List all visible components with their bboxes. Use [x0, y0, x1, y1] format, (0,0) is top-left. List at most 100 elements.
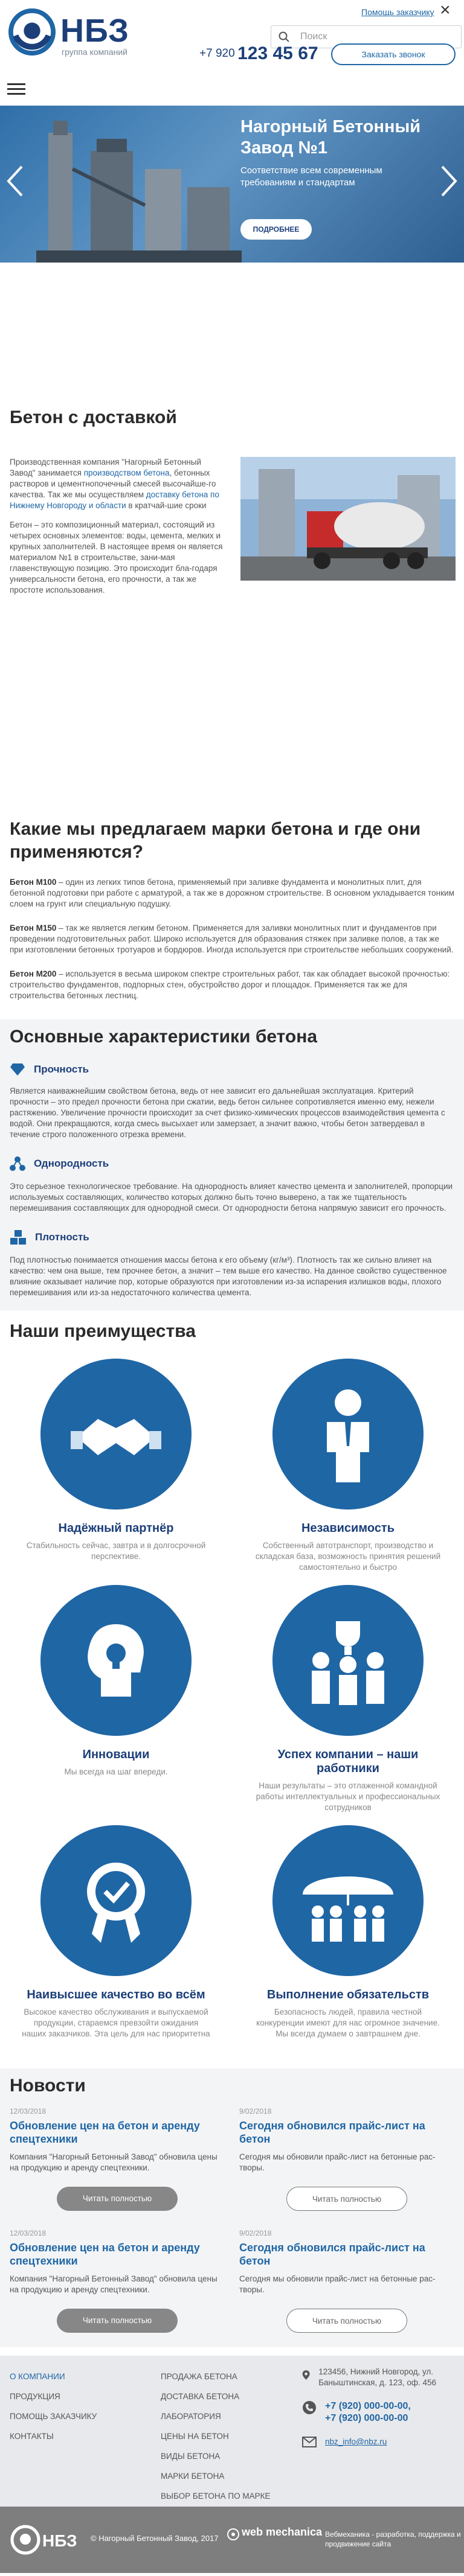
footer-link-choice[interactable]: ВЫБОР БЕТОНА ПО МАРКЕ [161, 2486, 271, 2506]
beton-paragraph-1: Производственная компания "Нагорный Бето… [10, 457, 219, 510]
team-trophy-icon [312, 1621, 384, 1705]
characteristics-section: Основные характеристики бетона Прочность… [0, 1019, 464, 1310]
footer-phone-1[interactable]: +7 (920) 000-00-00, [325, 2400, 411, 2412]
characteristic-text: Под плотностью понимается отношения масс… [10, 1255, 447, 1297]
characteristic-density: Плотность Под плотностью понимается отно… [10, 1229, 454, 1298]
production-link[interactable]: производством бетона [84, 468, 170, 477]
read-more-button[interactable]: Читать полностью [57, 2187, 178, 2211]
mixer-truck-photo [240, 457, 456, 581]
advantage-title: Инновации [82, 1748, 150, 1761]
copyright: © Нагорный Бетонный Завод, 2017 [91, 2534, 219, 2543]
advantage-title: Независимость [301, 1522, 395, 1535]
section-title: Новости [10, 2076, 86, 2096]
logo-mark-icon [8, 8, 56, 56]
search-placeholder: Поиск [300, 31, 327, 42]
header-phone[interactable]: +7 920 123 45 67 [199, 43, 318, 64]
grade-item: Бетон М100 – один из легких типов бетона… [10, 878, 454, 908]
lightbulb-head-icon [88, 1624, 144, 1697]
news-item: 9/02/2018 Сегодня обновился прайс-лист н… [239, 2229, 454, 2333]
footer-link-contacts[interactable]: КОНТАКТЫ [10, 2426, 97, 2446]
advantage-item: Выполнение обязательств Безопасность люд… [232, 1825, 464, 2039]
news-date: 12/03/2018 [10, 2107, 47, 2115]
news-date: 9/02/2018 [239, 2107, 272, 2115]
footer-nav-main: О КОМПАНИИ ПРОДУКЦИЯ ПОМОЩЬ ЗАКАЗЧИКУ КО… [10, 2367, 97, 2446]
footer-link-prices[interactable]: ЦЕНЫ НА БЕТОН [161, 2426, 271, 2446]
news-text: Сегодня мы обновили прайс-лист на бетонн… [239, 2274, 436, 2294]
quality-medal-icon [87, 1863, 145, 1943]
footer-contacts: 123456, Нижний Новгород, ул. Баныштинска… [302, 2367, 459, 2460]
advantage-item: Успех компании – наши работники Наши рез… [232, 1585, 464, 1813]
phone-number: 123 45 67 [237, 43, 318, 63]
news-item: 9/02/2018 Сегодня обновился прайс-лист н… [239, 2107, 454, 2211]
slider-next-arrow-icon[interactable] [436, 163, 460, 199]
order-call-button[interactable]: Заказать звонок [331, 43, 456, 65]
characteristic-title: Прочность [34, 1063, 89, 1075]
help-customer-link[interactable]: Помощь заказчику [361, 7, 434, 17]
news-section: Новости 12/03/2018 Обновление цен на бет… [0, 2068, 464, 2347]
footer-link-sale[interactable]: ПРОДАЖА БЕТОНА [161, 2367, 271, 2386]
hero-title: Нагорный Бетонный Завод №1 [240, 117, 421, 158]
read-more-button[interactable]: Читать полностью [286, 2309, 407, 2333]
advantage-title: Надёжный партнёр [58, 1522, 174, 1535]
footer-phone-2[interactable]: +7 (920) 000-00-00 [325, 2412, 411, 2425]
advantage-text: Мы всегда на шаг впереди. [64, 1767, 168, 1776]
news-text: Сегодня мы обновили прайс-лист на бетонн… [239, 2152, 436, 2172]
characteristic-title: Плотность [35, 1231, 89, 1243]
molecule-icon [10, 1156, 25, 1171]
footer-link-help[interactable]: ПОМОЩЬ ЗАКАЗЧИКУ [10, 2406, 97, 2426]
section-title: Основные характеристики бетона [10, 1027, 318, 1047]
footer-email[interactable]: nbz_info@nbz.ru [325, 2437, 387, 2447]
developer-brand[interactable]: web mechanica [242, 2526, 322, 2539]
phone-icon [303, 2401, 316, 2414]
advantage-item: Инновации Мы всегда на шаг впереди. [0, 1585, 232, 1813]
footer-link-types[interactable]: ВИДЫ БЕТОНА [161, 2446, 271, 2466]
read-more-button[interactable]: Читать полностью [286, 2187, 407, 2211]
characteristic-uniformity: Однородность Это серьезное технологическ… [10, 1156, 454, 1214]
footer-link-grades[interactable]: МАРКИ БЕТОНА [161, 2466, 271, 2486]
advantage-item: Наивысшее качество во всём Высокое качес… [0, 1825, 232, 2039]
logo-subtitle: группа компаний [62, 47, 128, 57]
footer-link-lab[interactable]: ЛАБОРАТОРИЯ [161, 2406, 271, 2426]
news-date: 12/03/2018 [10, 2229, 47, 2237]
phone-prefix: +7 920 [199, 47, 235, 60]
footer-link-delivery[interactable]: ДОСТАВКА БЕТОНА [161, 2386, 271, 2406]
news-title-link[interactable]: Обновление цен на бетон и аренду спецтех… [10, 2241, 225, 2268]
beton-delivery-section: Бетон с доставкой Производственная компа… [0, 401, 464, 800]
news-title-link[interactable]: Сегодня обновился прайс-лист на бетон [239, 2241, 454, 2268]
menu-burger-icon[interactable] [7, 83, 25, 98]
read-more-button[interactable]: Читать полностью [57, 2309, 178, 2333]
beton-paragraph-2: Бетон – это композиционный материал, сос… [10, 520, 223, 595]
advantage-text: Высокое качество обслуживания и выпускае… [22, 2007, 210, 2038]
search-icon [279, 31, 289, 42]
section-title: Какие мы предлагаем марки бетона и где о… [10, 819, 421, 862]
developer-text: Вебмеханика - разработка, поддержка и пр… [325, 2530, 461, 2548]
footer-logo-icon[interactable]: НБЗ [10, 2523, 82, 2556]
news-title-link[interactable]: Сегодня обновился прайс-лист на бетон [239, 2119, 454, 2146]
umbrella-people-icon [303, 1876, 393, 1942]
advantage-title: Наивысшее качество во всём [27, 1988, 205, 2001]
advantage-text: Собственный автотранспорт, производство … [255, 1541, 441, 1572]
grade-item: Бетон М150 – так же является легким бето… [10, 923, 454, 954]
news-title-link[interactable]: Обновление цен на бетон и аренду спецтех… [10, 2119, 225, 2146]
hero-text: Нагорный Бетонный Завод №1 Соответствие … [240, 116, 440, 189]
slider-prev-arrow-icon[interactable] [4, 163, 28, 199]
footer-link-products[interactable]: ПРОДУКЦИЯ [10, 2386, 97, 2406]
footer-address: 123456, Нижний Новгород, ул. Баныштинска… [318, 2367, 437, 2387]
close-icon[interactable]: × [440, 1, 451, 19]
footer-link-about[interactable]: О КОМПАНИИ [10, 2367, 97, 2386]
hero-subtitle: Соответствие всем современным требования… [240, 165, 382, 188]
site-footer: О КОМПАНИИ ПРОДУКЦИЯ ПОМОЩЬ ЗАКАЗЧИКУ КО… [0, 2356, 464, 2507]
concrete-grades-section: Какие мы предлагаем марки бетона и где о… [0, 800, 464, 1001]
logo[interactable]: НБЗ группа компаний [8, 5, 135, 59]
advantage-item: Независимость Собственный автотранспорт,… [232, 1359, 464, 1573]
site-header: НБЗ группа компаний Помощь заказчику × П… [0, 0, 464, 106]
handshake-icon [71, 1419, 161, 1455]
cubes-icon [10, 1230, 26, 1245]
email-icon [302, 2437, 317, 2447]
location-pin-icon [302, 2370, 310, 2380]
hero-slider: Нагорный Бетонный Завод №1 Соответствие … [0, 106, 464, 263]
characteristic-text: Является наиважнейшим свойством бетона, … [10, 1086, 445, 1139]
footer-nav-products: ПРОДАЖА БЕТОНА ДОСТАВКА БЕТОНА ЛАБОРАТОР… [161, 2367, 271, 2506]
hero-details-button[interactable]: ПОДРОБНЕЕ [240, 219, 312, 240]
grade-item: Бетон М200 – используется в весьма широк… [10, 969, 450, 1000]
